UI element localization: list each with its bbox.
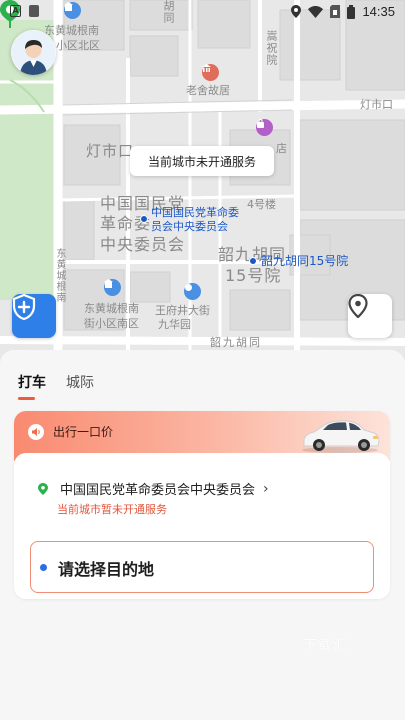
museum-icon bbox=[202, 64, 219, 81]
notification-a-icon: A bbox=[10, 5, 21, 17]
speaker-icon bbox=[28, 424, 44, 440]
poi-label-secondary[interactable]: 韶九胡同15号院 bbox=[261, 254, 348, 268]
place-icon bbox=[104, 279, 121, 296]
map-label: 小区北区 bbox=[56, 39, 100, 52]
battery-icon bbox=[347, 4, 356, 19]
notification-b-icon bbox=[29, 5, 39, 17]
shop-icon bbox=[256, 119, 273, 136]
map-pin-icon bbox=[348, 294, 368, 318]
pickup-address: 中国国民党革命委员会中央委员会 bbox=[60, 483, 256, 498]
map-label: 东黄城根南 bbox=[54, 248, 65, 303]
shield-icon bbox=[12, 294, 36, 320]
destination-placeholder: 请选择目的地 bbox=[58, 560, 155, 579]
map-view[interactable]: 东黄城根南 小区北区 胡同 嵩祝院 老舍故居 灯市口 灯市口 店 中国国民党 革… bbox=[0, 0, 405, 365]
avatar[interactable] bbox=[11, 30, 56, 75]
route-panel: 中国国民党革命委员会中央委员会 › 当前城市暂未开通服务 请选择目的地 bbox=[14, 453, 390, 599]
poi-marker[interactable] bbox=[249, 257, 257, 265]
pickup-notice: 当前城市暂未开通服务 bbox=[57, 503, 167, 516]
map-label: 灯市口 bbox=[360, 98, 393, 111]
ride-sheet: 打车 城际 出行一口价 中国国民党革命委员会中央委员会 › 当前城市暂未开通服务… bbox=[0, 350, 405, 720]
map-label: 店 bbox=[276, 142, 287, 155]
destination-input[interactable]: 请选择目的地 bbox=[30, 541, 374, 593]
map-label: 九华园 bbox=[158, 318, 191, 331]
poi-label-main-2[interactable]: 员会中央委员会 bbox=[151, 220, 228, 234]
map-label: 中央委员会 bbox=[100, 235, 186, 254]
map-label: 灯市口 bbox=[86, 142, 135, 160]
map-label: 韶九胡同 bbox=[210, 336, 262, 349]
clock: 14:35 bbox=[362, 4, 395, 19]
sim-icon bbox=[330, 5, 341, 18]
pickup-row[interactable]: 中国国民党革命委员会中央委员会 › bbox=[38, 479, 378, 498]
place-icon bbox=[184, 283, 201, 300]
service-unavailable-tooltip: 当前城市未开通服务 bbox=[130, 146, 274, 176]
locate-button[interactable] bbox=[348, 294, 392, 338]
destination-dot-icon bbox=[40, 564, 47, 571]
tab-intercity[interactable]: 城际 bbox=[66, 372, 94, 392]
status-bar: A 14:35 bbox=[0, 0, 405, 24]
map-label: 东黄城根南 bbox=[84, 302, 139, 315]
map-label: 老舍故居 bbox=[186, 84, 230, 97]
tab-taxi[interactable]: 打车 bbox=[18, 372, 46, 400]
safety-center-button[interactable] bbox=[12, 294, 56, 338]
booking-card: 出行一口价 中国国民党革命委员会中央委员会 › 当前城市暂未开通服务 请选择目的… bbox=[14, 411, 390, 599]
poi-label-main-1[interactable]: 中国国民党革命委 bbox=[151, 206, 239, 220]
service-tabs: 打车 城际 bbox=[18, 372, 94, 400]
chevron-right-icon: › bbox=[263, 480, 269, 497]
map-label: 4号楼 bbox=[247, 198, 276, 211]
watermark: 下载汇 bbox=[303, 638, 348, 654]
user-avatar-icon bbox=[11, 30, 56, 75]
promo-text: 出行一口价 bbox=[53, 425, 114, 439]
location-icon bbox=[291, 5, 302, 18]
map-label: 街小区南区 bbox=[84, 317, 139, 330]
poi-marker[interactable] bbox=[140, 215, 148, 223]
pickup-location-icon bbox=[38, 482, 48, 495]
car-icon bbox=[302, 420, 380, 453]
map-label: 嵩祝院 bbox=[265, 30, 278, 66]
wifi-icon bbox=[308, 5, 324, 18]
